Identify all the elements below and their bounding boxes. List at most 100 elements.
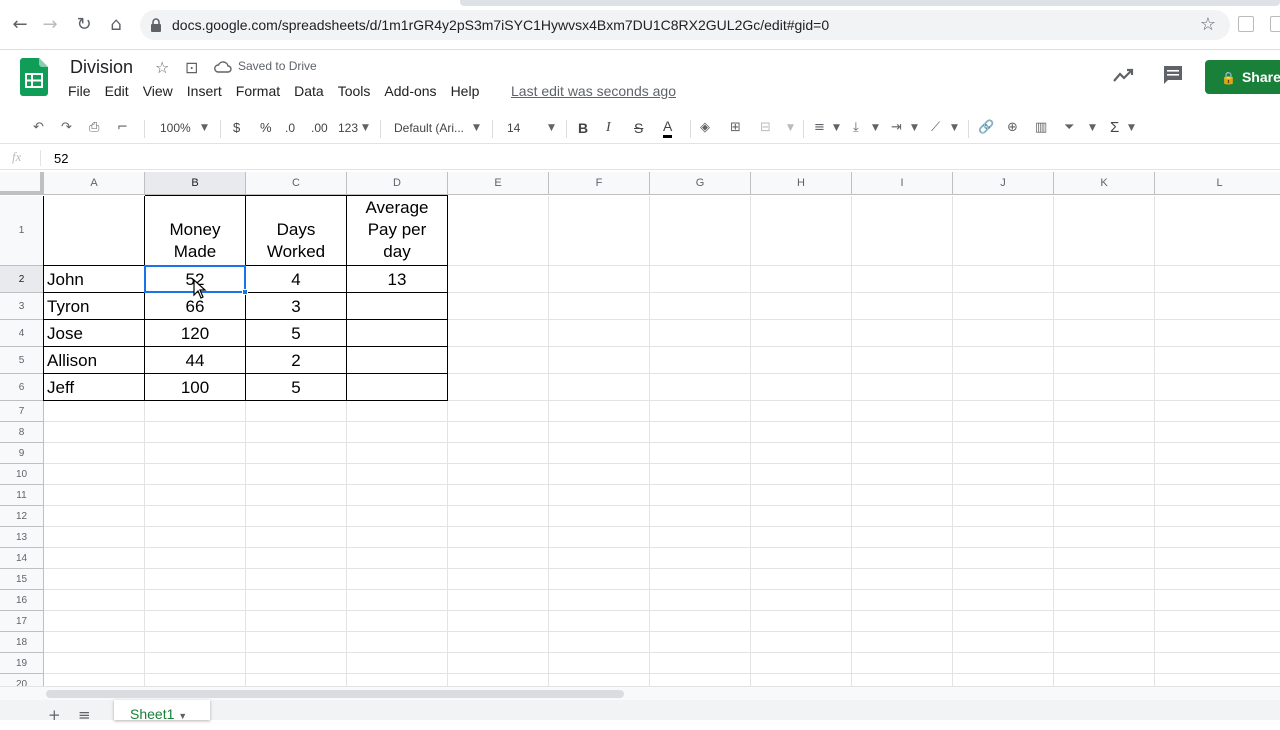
cell[interactable] xyxy=(448,569,549,590)
cell-a5[interactable]: Allison xyxy=(44,347,145,374)
font-family-select[interactable]: Default (Ari... xyxy=(394,118,464,138)
cell[interactable] xyxy=(650,632,751,653)
cell[interactable] xyxy=(953,196,1054,266)
cell[interactable] xyxy=(448,527,549,548)
cell-c5[interactable]: 2 xyxy=(246,347,347,374)
cell[interactable] xyxy=(1054,422,1155,443)
bookmark-star-icon[interactable]: ☆ xyxy=(1200,14,1216,35)
row-header-16[interactable]: 16 xyxy=(0,590,44,611)
cell[interactable] xyxy=(852,347,953,374)
row-header-20[interactable]: 20 xyxy=(0,674,44,686)
cell[interactable] xyxy=(145,569,246,590)
cell[interactable] xyxy=(44,653,145,674)
cell-b1[interactable]: Money Made xyxy=(145,196,246,266)
row-header-14[interactable]: 14 xyxy=(0,548,44,569)
cell[interactable] xyxy=(852,548,953,569)
row-header-13[interactable]: 13 xyxy=(0,527,44,548)
cell[interactable] xyxy=(953,506,1054,527)
cell[interactable] xyxy=(953,632,1054,653)
row-header-17[interactable]: 17 xyxy=(0,611,44,632)
italic-button[interactable]: I xyxy=(606,118,611,138)
menu-insert[interactable]: Insert xyxy=(187,83,222,103)
comments-icon[interactable] xyxy=(1162,64,1184,86)
cell[interactable] xyxy=(953,527,1054,548)
functions-button[interactable]: Σ xyxy=(1110,118,1119,138)
cell-c1[interactable]: Days Worked xyxy=(246,196,347,266)
menu-view[interactable]: View xyxy=(143,83,173,103)
cell[interactable] xyxy=(549,548,650,569)
cell[interactable] xyxy=(448,320,549,347)
chevron-down-icon[interactable]: ▼ xyxy=(1089,118,1096,138)
cell-a4[interactable]: Jose xyxy=(44,320,145,347)
cell[interactable] xyxy=(145,674,246,686)
menu-format[interactable]: Format xyxy=(236,83,280,103)
cell[interactable] xyxy=(347,674,448,686)
cell[interactable] xyxy=(448,443,549,464)
row-header-3[interactable]: 3 xyxy=(0,293,44,320)
cell-c2[interactable]: 4 xyxy=(246,266,347,293)
currency-format-button[interactable]: $ xyxy=(233,118,240,138)
cell[interactable] xyxy=(549,653,650,674)
cell-d1[interactable]: Average Pay per day xyxy=(347,196,448,266)
cell[interactable] xyxy=(347,422,448,443)
cell[interactable] xyxy=(650,266,751,293)
cell[interactable] xyxy=(246,506,347,527)
chevron-down-icon[interactable]: ▼ xyxy=(872,118,879,138)
cell[interactable] xyxy=(44,443,145,464)
menu-help[interactable]: Help xyxy=(451,83,480,103)
cell[interactable] xyxy=(1155,674,1280,686)
cell[interactable] xyxy=(448,422,549,443)
cell[interactable] xyxy=(448,611,549,632)
sheet-tab-sheet1[interactable]: Sheet1 ▼ xyxy=(114,700,210,722)
cell[interactable] xyxy=(549,674,650,686)
cell[interactable] xyxy=(1054,401,1155,422)
cell[interactable] xyxy=(448,632,549,653)
share-button[interactable]: 🔒 Share xyxy=(1205,60,1280,94)
cell[interactable] xyxy=(953,611,1054,632)
cell[interactable] xyxy=(953,374,1054,401)
cell[interactable] xyxy=(852,293,953,320)
cell[interactable] xyxy=(549,569,650,590)
cell-d3[interactable] xyxy=(347,293,448,320)
cell[interactable] xyxy=(1155,443,1280,464)
fill-color-icon[interactable]: ◈ xyxy=(700,118,710,138)
column-header-c[interactable]: C xyxy=(246,172,347,195)
cell-c4[interactable]: 5 xyxy=(246,320,347,347)
more-formats-button[interactable]: 123 xyxy=(338,118,358,138)
text-wrapping-icon[interactable]: ⇥ xyxy=(891,118,902,138)
menu-addons[interactable]: Add-ons xyxy=(384,83,436,103)
undo-icon[interactable]: ↶ xyxy=(33,118,44,138)
column-header-i[interactable]: I xyxy=(852,172,953,195)
menu-data[interactable]: Data xyxy=(294,83,324,103)
cell[interactable] xyxy=(246,443,347,464)
chevron-down-icon[interactable]: ▼ xyxy=(787,118,794,138)
cell[interactable] xyxy=(347,611,448,632)
cell[interactable] xyxy=(852,196,953,266)
percent-format-button[interactable]: % xyxy=(260,118,272,138)
cell[interactable] xyxy=(1054,611,1155,632)
cell[interactable] xyxy=(246,548,347,569)
cell-d6[interactable] xyxy=(347,374,448,401)
cell[interactable] xyxy=(44,548,145,569)
chevron-down-icon[interactable]: ▼ xyxy=(473,118,480,138)
cell[interactable] xyxy=(751,401,852,422)
paint-format-icon[interactable]: ⌐ xyxy=(117,118,128,138)
cell[interactable] xyxy=(953,548,1054,569)
cell[interactable] xyxy=(145,590,246,611)
cell[interactable] xyxy=(246,485,347,506)
row-header-9[interactable]: 9 xyxy=(0,443,44,464)
cell[interactable] xyxy=(448,401,549,422)
borders-icon[interactable]: ⊞ xyxy=(730,118,741,138)
horizontal-scrollbar[interactable] xyxy=(0,686,1280,700)
cell[interactable] xyxy=(44,401,145,422)
cell[interactable] xyxy=(246,527,347,548)
cell[interactable] xyxy=(1155,632,1280,653)
filter-icon[interactable]: ⏷ xyxy=(1064,118,1074,138)
cell[interactable] xyxy=(751,347,852,374)
cell[interactable] xyxy=(448,485,549,506)
cell[interactable] xyxy=(650,590,751,611)
fill-handle[interactable] xyxy=(242,289,248,295)
row-header-6[interactable]: 6 xyxy=(0,374,44,401)
print-icon[interactable]: ⎙ xyxy=(89,118,99,138)
cell[interactable] xyxy=(852,590,953,611)
